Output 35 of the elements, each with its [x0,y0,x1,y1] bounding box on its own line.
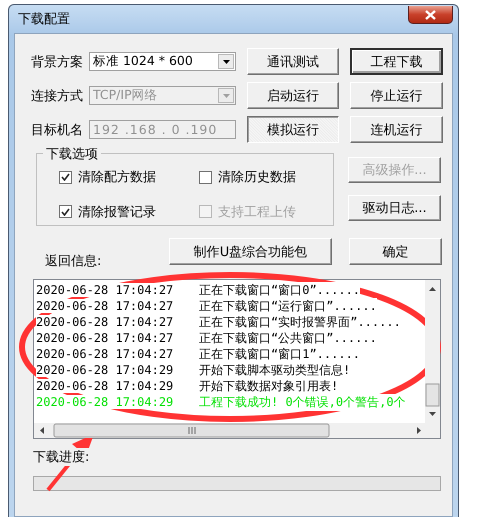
close-button[interactable] [408,6,453,24]
usb-package-button[interactable]: 制作U盘综合功能包 [169,238,332,265]
action-button[interactable]: 通讯测试 [247,48,339,75]
horizontal-scrollbar[interactable] [34,423,427,438]
option-checkbox[interactable]: 清除历史数据 [199,164,329,190]
action-button[interactable]: 工程下载 [350,48,443,75]
field-label: 背景方案 [31,54,84,70]
field-label: 连接方式 [31,88,84,104]
window-title: 下载配置 [17,11,70,28]
log-message: 正在下载窗口“公共窗口”...... [199,330,377,346]
action-button[interactable]: 模拟运行 [247,116,339,143]
dropdown[interactable]: 标准 1024 * 600 [89,52,236,71]
dropdown-arrow-icon [222,60,230,64]
log-message: 正在下载窗口“窗口1”...... [199,346,360,362]
field-label: 目标机名 [31,122,84,138]
log-message: 正在下载窗口“实时报警界面”...... [199,314,401,330]
action-button[interactable]: 停止运行 [350,82,443,109]
log-message: 正在下载窗口“运行窗口”...... [199,298,377,314]
log-message: 正在下载窗口“窗口0”...... [199,282,360,298]
close-icon [425,10,436,20]
option-checkbox[interactable]: 清除配方数据 [59,164,199,190]
action-button[interactable]: 启动运行 [247,82,339,109]
option-checkbox[interactable]: 清除报警记录 [59,198,199,225]
ok-button[interactable]: 确定 [349,238,442,265]
action-button[interactable]: 驱动日志... [348,195,441,221]
progress-label: 下载进度: [33,448,90,466]
checkmark-icon [61,208,70,216]
checkmark-icon [61,173,70,182]
log-message: 工程下载成功! 0个错误,0个警告,0个 [199,394,406,410]
action-button[interactable]: 连机运行 [350,116,443,143]
dropdown-arrow-icon [222,94,230,98]
log-label: 返回信息: [44,253,102,270]
group-title: 下载选项 [43,145,101,163]
log-message: 开始下载数据对象引用表! [199,378,338,394]
log-message: 开始下载脚本驱动类型信息! [199,362,350,378]
